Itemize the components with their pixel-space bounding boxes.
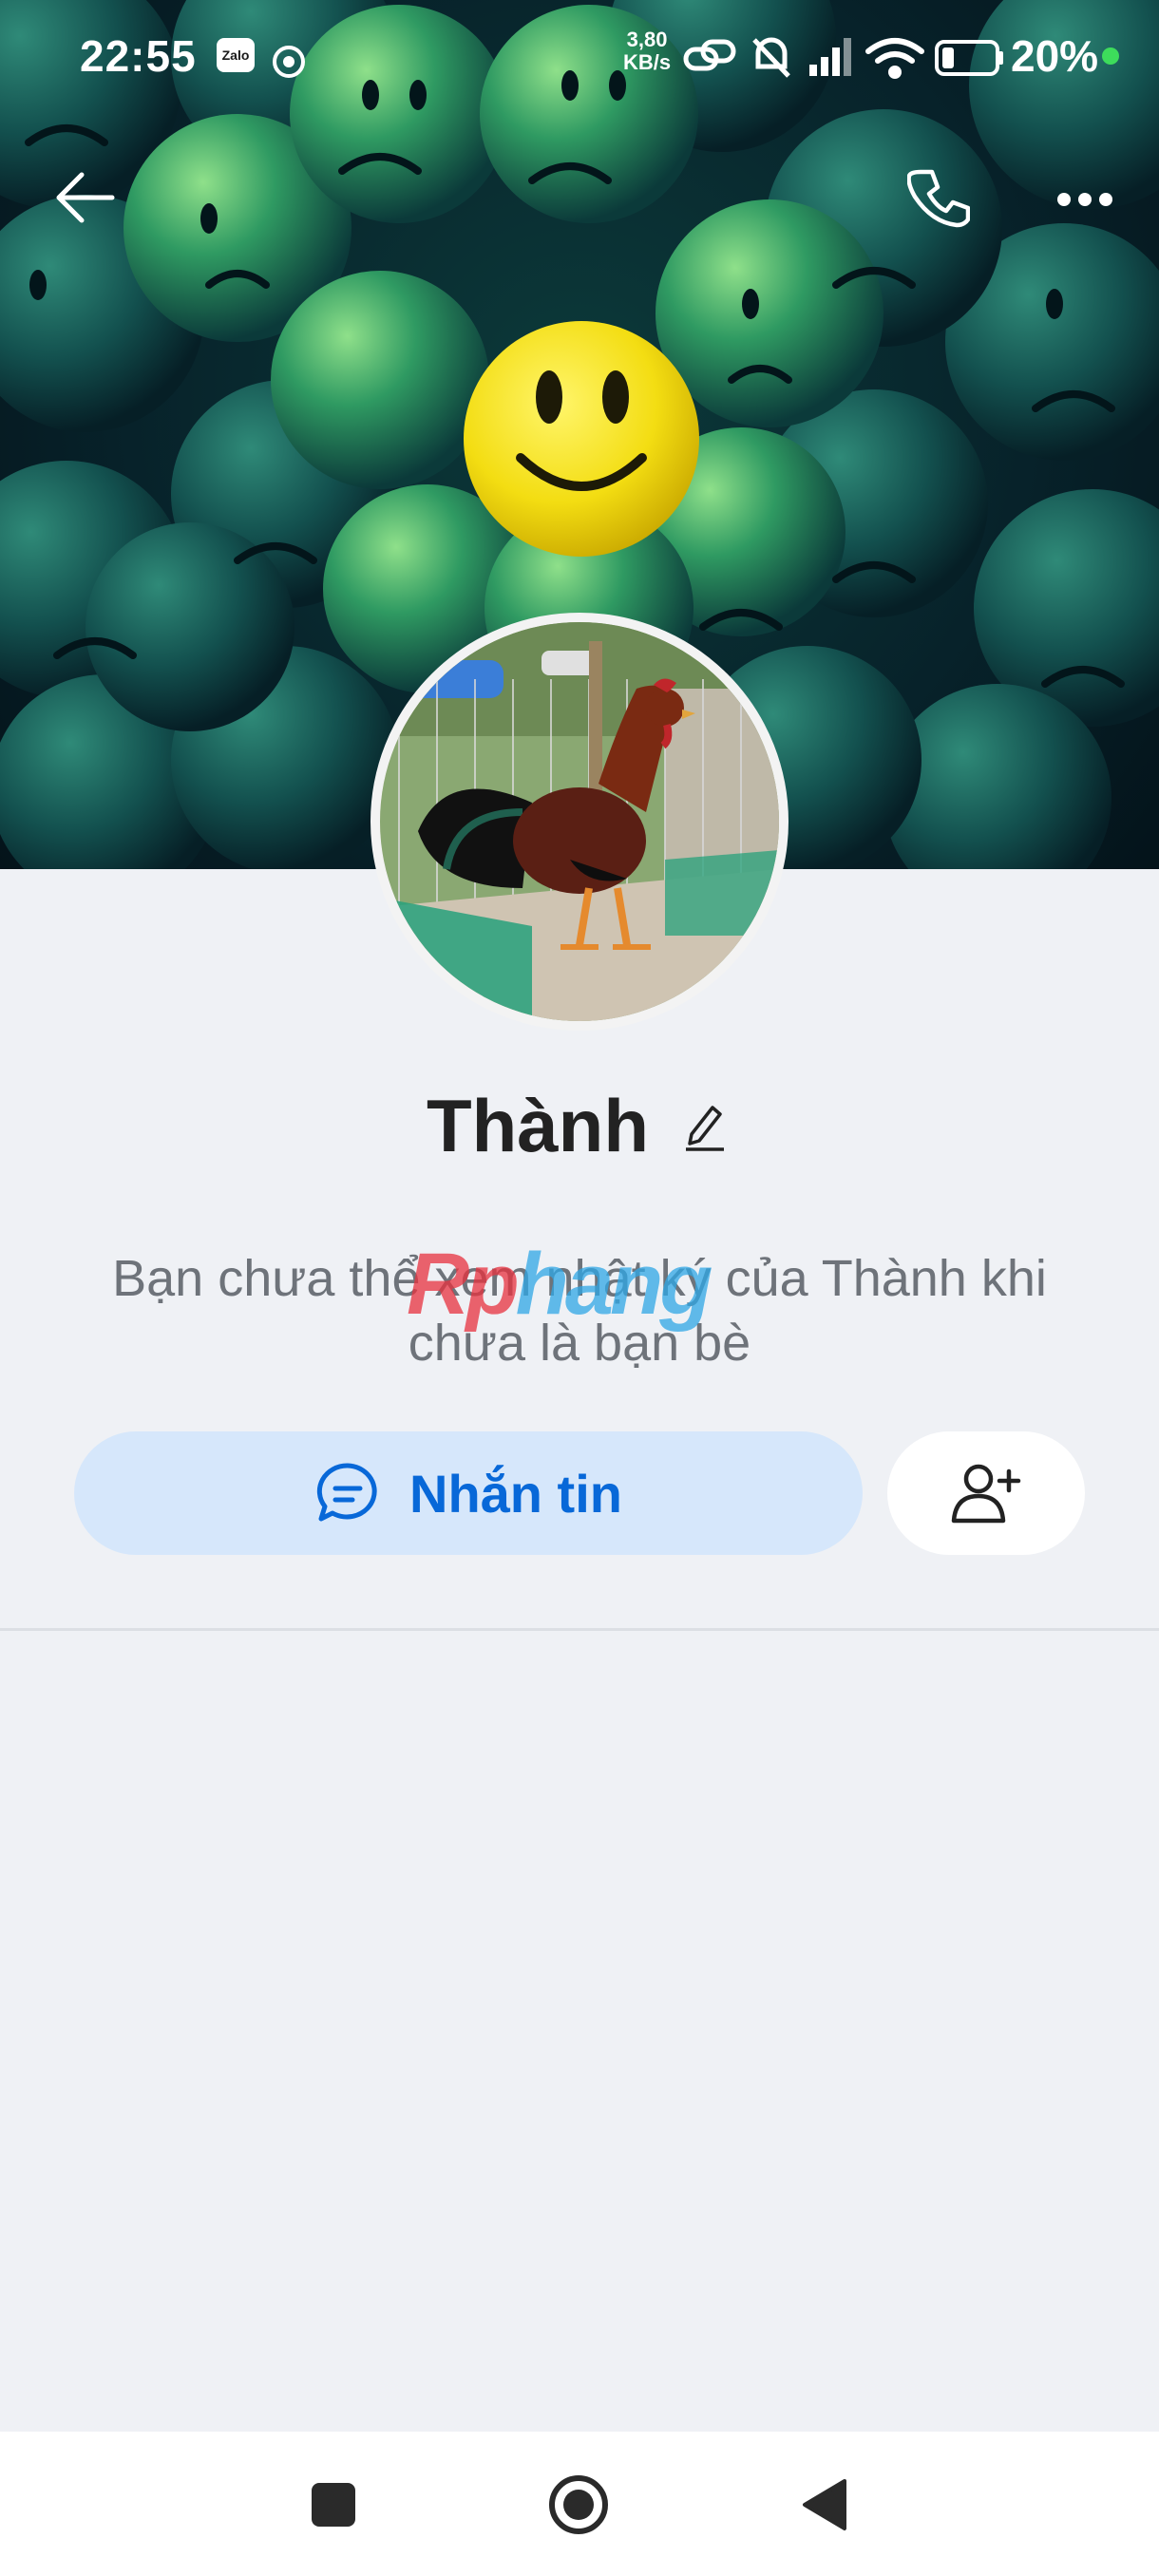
signal-icon xyxy=(809,38,851,76)
watermark-part-2: hang xyxy=(515,1236,713,1333)
status-bar: 22:55 Zalo 3,80 KB/s 20% xyxy=(0,0,1159,114)
system-nav-bar xyxy=(0,2432,1159,2576)
profile-name: Thành xyxy=(427,1083,649,1167)
more-horizontal-icon xyxy=(1057,193,1112,206)
phone-icon xyxy=(907,169,970,228)
battery-percent: 20% xyxy=(1011,31,1099,81)
network-speed-value: 3,80 xyxy=(626,28,668,51)
zalo-notification-icon: Zalo xyxy=(217,38,255,72)
pencil-icon xyxy=(685,1106,724,1151)
watermark-part-1: Rp xyxy=(407,1236,520,1333)
arrow-left-icon xyxy=(56,172,115,223)
more-options-button[interactable] xyxy=(1045,161,1125,237)
call-button[interactable] xyxy=(899,158,978,237)
home-circle-icon xyxy=(549,2475,608,2534)
send-message-button[interactable]: Nhắn tin xyxy=(74,1431,863,1555)
send-message-label: Nhắn tin xyxy=(409,1463,622,1524)
user-plus-icon xyxy=(951,1464,1021,1524)
back-button[interactable] xyxy=(48,160,124,236)
profile-avatar[interactable] xyxy=(370,613,788,1031)
privacy-indicator-dot xyxy=(1102,47,1119,65)
back-triangle-icon xyxy=(803,2479,846,2530)
rphang-watermark: Rphang xyxy=(407,1235,768,1339)
network-speed: 3,80 KB/s xyxy=(623,28,671,74)
avatar-image xyxy=(380,622,779,1021)
link-icon xyxy=(683,39,736,71)
home-button[interactable] xyxy=(536,2462,621,2548)
edit-name-button[interactable] xyxy=(675,1097,732,1154)
recents-square-icon xyxy=(312,2483,355,2527)
chat-bubble-icon xyxy=(316,1463,377,1522)
status-time: 22:55 xyxy=(80,31,197,81)
profile-name-row: Thành xyxy=(0,1073,1159,1178)
network-speed-unit: KB/s xyxy=(623,50,672,74)
add-friend-button[interactable] xyxy=(887,1431,1085,1555)
status-icons xyxy=(682,30,1005,94)
wifi-icon xyxy=(865,38,924,79)
battery-icon xyxy=(935,40,1003,76)
mute-icon xyxy=(752,37,790,78)
section-divider xyxy=(0,1628,1159,1631)
system-back-button[interactable] xyxy=(781,2462,866,2548)
chrome-notification-icon xyxy=(272,38,306,89)
recents-button[interactable] xyxy=(291,2462,376,2548)
